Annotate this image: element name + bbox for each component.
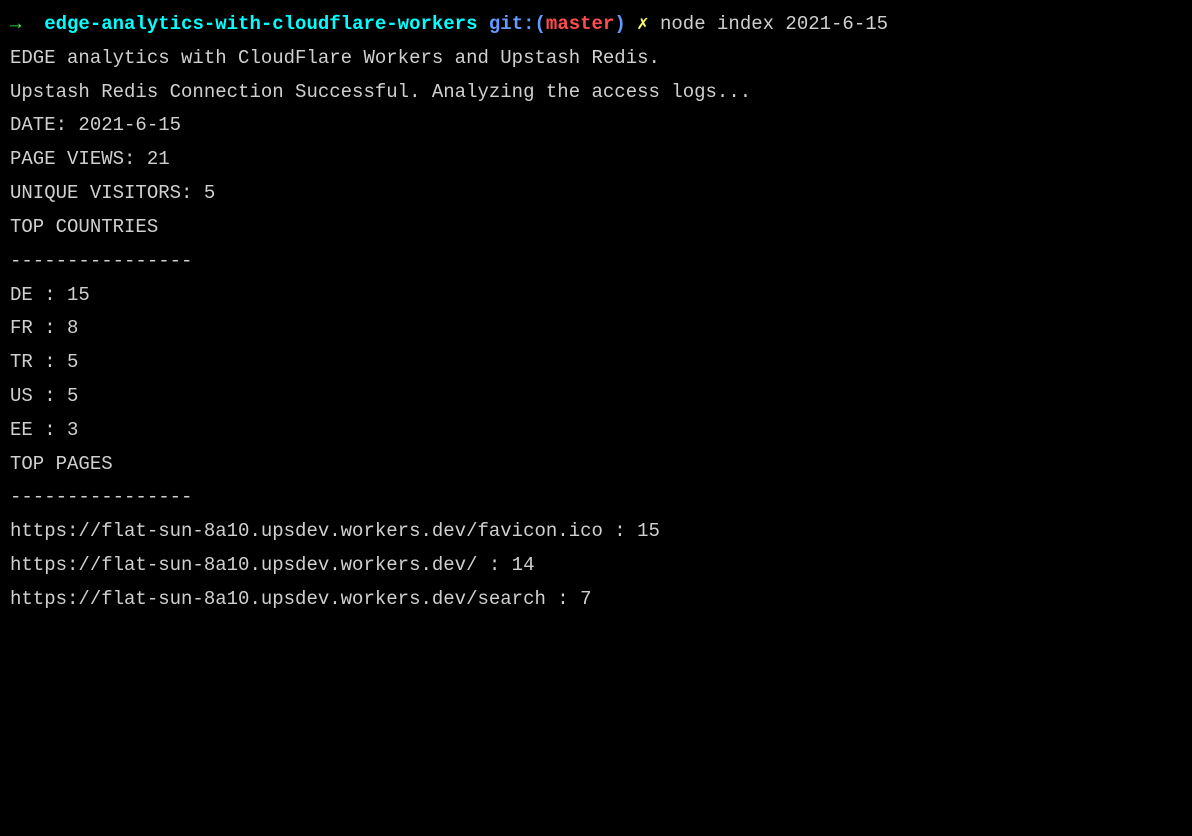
output-line-date: DATE: 2021-6-15	[10, 109, 1182, 143]
output-line-country-row: TR : 5	[10, 346, 1182, 380]
prompt-arrow-icon: →	[10, 13, 44, 35]
output-line-page-views: PAGE VIEWS: 21	[10, 143, 1182, 177]
output-line-country-row: US : 5	[10, 380, 1182, 414]
output-line-top-countries-header: TOP COUNTRIES	[10, 211, 1182, 245]
prompt-directory: edge-analytics-with-cloudflare-workers	[44, 13, 477, 35]
prompt-git-label: git:	[478, 13, 535, 35]
output-line-page-row: https://flat-sun-8a10.upsdev.workers.dev…	[10, 549, 1182, 583]
shell-command-input[interactable]: node index 2021-6-15	[660, 13, 888, 35]
output-line-intro: EDGE analytics with CloudFlare Workers a…	[10, 42, 1182, 76]
output-line-unique-visitors: UNIQUE VISITORS: 5	[10, 177, 1182, 211]
prompt-paren-open: (	[535, 13, 546, 35]
output-line-divider: ----------------	[10, 481, 1182, 515]
output-line-country-row: DE : 15	[10, 279, 1182, 313]
output-line-page-row: https://flat-sun-8a10.upsdev.workers.dev…	[10, 515, 1182, 549]
output-line-divider: ----------------	[10, 245, 1182, 279]
output-line-connection-status: Upstash Redis Connection Successful. Ana…	[10, 76, 1182, 110]
output-line-page-row: https://flat-sun-8a10.upsdev.workers.dev…	[10, 583, 1182, 617]
shell-prompt-line: → edge-analytics-with-cloudflare-workers…	[10, 8, 1182, 42]
output-line-country-row: FR : 8	[10, 312, 1182, 346]
output-line-top-pages-header: TOP PAGES	[10, 448, 1182, 482]
prompt-git-branch: master	[546, 13, 614, 35]
prompt-dirty-icon: ✗	[626, 13, 660, 35]
prompt-paren-close: )	[614, 13, 625, 35]
output-line-country-row: EE : 3	[10, 414, 1182, 448]
